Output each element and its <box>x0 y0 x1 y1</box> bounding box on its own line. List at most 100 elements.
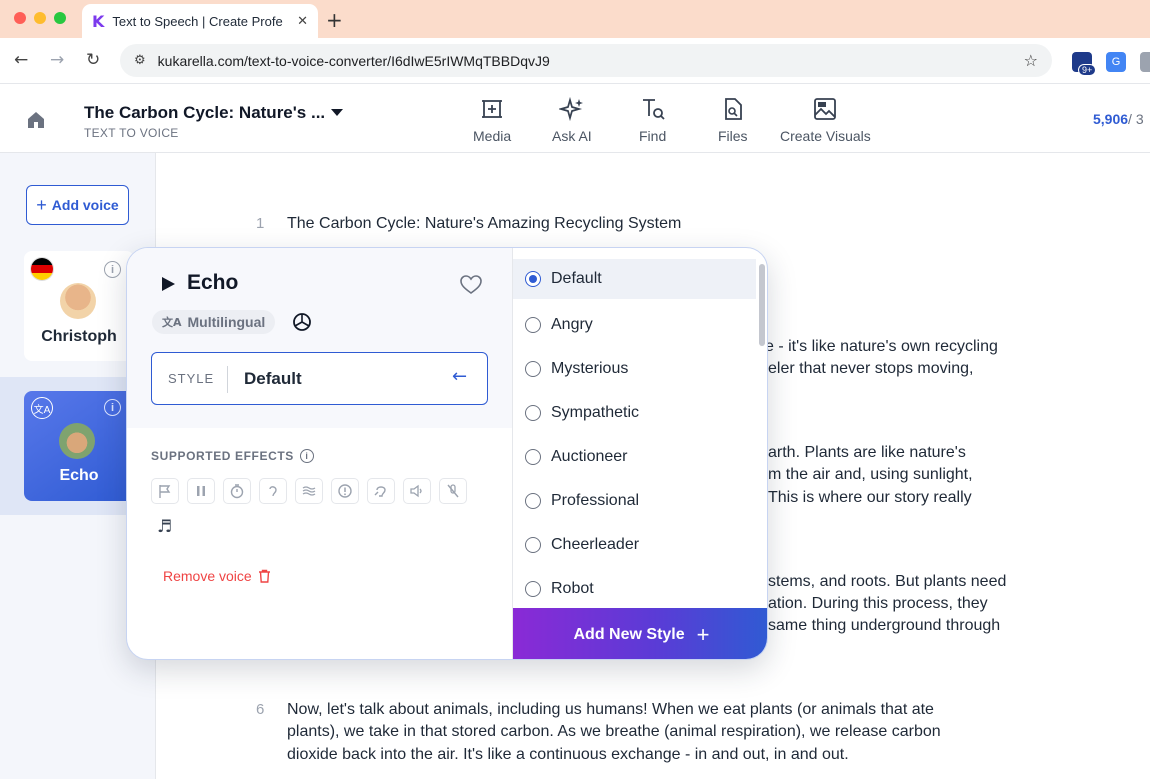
style-options-list: Default Angry Mysterious Sympathetic Auc… <box>513 259 756 611</box>
pause-icon[interactable] <box>187 478 215 504</box>
paragraph-text[interactable]: This is where our story really <box>768 487 972 510</box>
style-option-professional[interactable]: Professional <box>513 479 756 523</box>
mute-icon[interactable] <box>439 478 467 504</box>
back-arrow-icon[interactable]: ← <box>452 366 467 387</box>
alert-icon[interactable] <box>331 478 359 504</box>
paragraph-text[interactable]: m the air and, using sunlight, <box>768 464 973 487</box>
radio[interactable] <box>525 581 541 597</box>
reload-icon[interactable]: ↻ <box>86 50 100 70</box>
style-option-label: Sympathetic <box>551 404 640 421</box>
voice-card-christoph[interactable]: i Christoph <box>24 251 134 361</box>
plus-icon: + <box>36 194 47 215</box>
add-new-style-label: Add New Style <box>573 625 685 643</box>
paragraph-text[interactable]: eler that never stops moving, <box>768 358 973 381</box>
play-icon[interactable] <box>162 277 175 291</box>
camera-extension-icon[interactable] <box>1140 52 1150 72</box>
paragraph-text[interactable]: arth. Plants are like nature's <box>768 442 966 465</box>
divider <box>227 366 228 393</box>
create-visuals-button[interactable]: Create Visuals <box>780 96 871 144</box>
avatar <box>59 423 95 459</box>
url-field[interactable]: ⚙ kukarella.com/text-to-voice-converter/… <box>120 44 1052 77</box>
waves-icon[interactable] <box>295 478 323 504</box>
paragraph-text[interactable]: stems, and roots. But plants need <box>768 571 1006 594</box>
voice-card-echo[interactable]: 文A i Echo <box>24 391 134 501</box>
info-icon[interactable]: i <box>104 261 121 278</box>
add-new-style-button[interactable]: Add New Style + <box>513 608 767 659</box>
paragraph-text[interactable]: e - it's like nature's own recycling <box>765 336 998 359</box>
style-value: Default <box>244 369 302 388</box>
tool-label-create-visuals: Create Visuals <box>780 128 871 144</box>
document-title[interactable]: The Carbon Cycle: Nature's ... <box>84 103 325 123</box>
trash-icon <box>258 569 270 583</box>
scrollbar[interactable] <box>759 264 765 346</box>
style-list-panel: Default Angry Mysterious Sympathetic Auc… <box>512 248 767 659</box>
bookmark-star-icon[interactable]: ☆ <box>1024 51 1038 70</box>
paragraph-text[interactable]: plants), we take in that stored carbon. … <box>287 721 941 744</box>
new-tab-icon[interactable]: + <box>326 8 343 32</box>
ear-icon[interactable] <box>259 478 287 504</box>
paragraph-text[interactable]: dioxide back into the air. It's like a c… <box>287 744 849 767</box>
plus-icon: + <box>696 621 710 647</box>
radio[interactable] <box>525 405 541 421</box>
info-icon[interactable]: i <box>299 449 314 463</box>
window-maximize-button[interactable] <box>54 12 66 24</box>
forward-arrow-icon[interactable]: → <box>50 50 64 70</box>
music-note-icon[interactable]: ♬ <box>157 517 172 537</box>
paragraph-text[interactable]: same thing underground through <box>768 615 1000 638</box>
add-voice-button[interactable]: + Add voice <box>26 185 129 225</box>
files-button[interactable]: Files <box>718 96 748 144</box>
site-settings-icon[interactable]: ⚙ <box>134 53 146 68</box>
window-minimize-button[interactable] <box>34 12 46 24</box>
tab-close-icon[interactable]: ✕ <box>297 13 308 29</box>
style-option-label: Auctioneer <box>551 448 628 465</box>
url-text[interactable]: kukarella.com/text-to-voice-converter/I6… <box>158 53 1012 69</box>
home-icon[interactable] <box>26 110 46 135</box>
line-number: 1 <box>256 215 265 232</box>
ask-ai-button[interactable]: Ask AI <box>552 96 592 144</box>
chevron-down-icon[interactable] <box>331 109 343 116</box>
character-count-limit: / 3 <box>1128 111 1144 127</box>
media-button[interactable]: Media <box>473 96 511 144</box>
timer-icon[interactable] <box>223 478 251 504</box>
style-option-robot[interactable]: Robot <box>513 567 756 611</box>
info-icon[interactable]: i <box>104 399 121 416</box>
supported-effects-heading: SUPPORTED EFFECTS i <box>151 449 314 463</box>
radio[interactable] <box>525 317 541 333</box>
tool-label-media: Media <box>473 128 512 144</box>
media-icon <box>482 100 503 118</box>
voice-details-panel: Echo 文A Multilingual STYLE Default ← SUP… <box>127 248 512 659</box>
browser-tab[interactable]: K Text to Speech | Create Profe ✕ <box>82 4 318 38</box>
voice-settings-popup: Echo 文A Multilingual STYLE Default ← SUP… <box>126 247 768 660</box>
document-subtitle: TEXT TO VOICE <box>84 126 179 140</box>
style-option-sympathetic[interactable]: Sympathetic <box>513 391 756 435</box>
find-button[interactable]: Find <box>639 96 666 144</box>
volume-icon[interactable] <box>403 478 431 504</box>
paragraph-text[interactable]: ation. During this process, they <box>768 593 988 616</box>
style-selector[interactable]: STYLE Default ← <box>151 352 488 405</box>
radio[interactable] <box>525 537 541 553</box>
style-option-default[interactable]: Default <box>513 259 756 299</box>
paragraph-text[interactable]: Now, let's talk about animals, including… <box>287 699 934 722</box>
style-option-label: Robot <box>551 580 594 597</box>
style-option-angry[interactable]: Angry <box>513 303 756 347</box>
flag-icon[interactable] <box>151 478 179 504</box>
translate-extension-icon[interactable]: G <box>1106 52 1126 72</box>
remove-voice-button[interactable]: Remove voice <box>163 568 271 584</box>
radio[interactable] <box>525 449 541 465</box>
style-option-cheerleader[interactable]: Cheerleader <box>513 523 756 567</box>
hearing-icon[interactable] <box>367 478 395 504</box>
style-option-label: Default <box>551 270 602 287</box>
window-close-button[interactable] <box>14 12 26 24</box>
style-option-mysterious[interactable]: Mysterious <box>513 347 756 391</box>
heart-icon[interactable] <box>460 275 482 300</box>
paragraph-text[interactable]: The Carbon Cycle: Nature's Amazing Recyc… <box>287 213 681 236</box>
sparkle-icon <box>558 96 583 122</box>
de-flag-icon <box>30 257 54 281</box>
radio[interactable] <box>525 361 541 377</box>
back-arrow-icon[interactable]: ← <box>14 50 28 70</box>
radio[interactable] <box>525 493 541 509</box>
multilingual-icon: 文A <box>31 397 53 419</box>
add-voice-label: Add voice <box>51 197 119 213</box>
style-option-auctioneer[interactable]: Auctioneer <box>513 435 756 479</box>
radio-selected[interactable] <box>525 271 541 287</box>
